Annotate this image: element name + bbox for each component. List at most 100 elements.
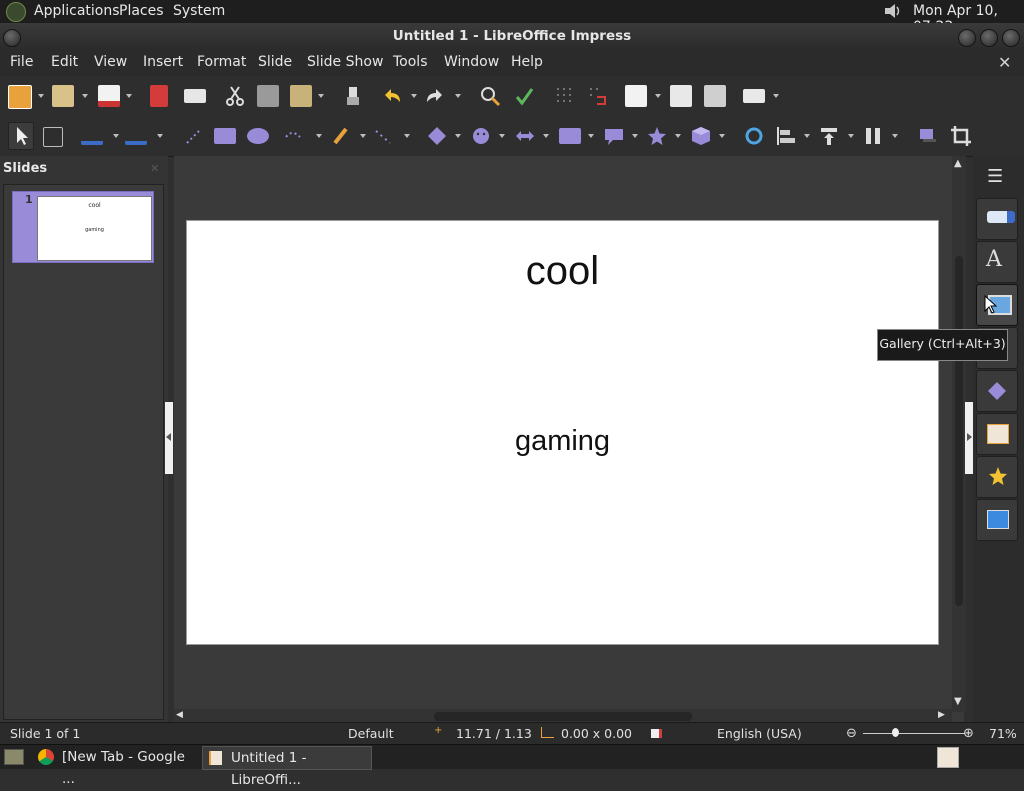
basic-shapes-icon[interactable]: [426, 125, 448, 147]
menu-file[interactable]: File: [10, 54, 33, 70]
paste-icon[interactable]: [290, 85, 312, 107]
window-menu-button[interactable]: [3, 29, 21, 47]
gallery-tooltip: Gallery (Ctrl+Alt+3): [877, 329, 1008, 361]
menu-help[interactable]: Help: [511, 54, 543, 70]
maximize-button[interactable]: [980, 29, 998, 47]
delete-slide-icon[interactable]: [704, 85, 726, 107]
redo-icon[interactable]: [424, 85, 446, 107]
line-icon[interactable]: [183, 125, 205, 147]
menu-slide[interactable]: Slide: [258, 54, 292, 70]
distribute-icon[interactable]: [862, 125, 884, 147]
system-menu[interactable]: System: [173, 3, 225, 19]
menu-view[interactable]: View: [94, 54, 127, 70]
slide-title-text[interactable]: cool: [187, 249, 938, 294]
gnome-foot-icon[interactable]: [6, 2, 26, 22]
scroll-down-icon[interactable]: ▼: [954, 696, 962, 707]
symbol-shapes-icon[interactable]: [470, 125, 492, 147]
duplicate-slide-icon[interactable]: [670, 85, 692, 107]
shadow-icon[interactable]: [916, 125, 938, 147]
menu-edit[interactable]: Edit: [51, 54, 78, 70]
scroll-left-icon[interactable]: ◀: [176, 710, 183, 720]
close-document-icon[interactable]: ✕: [998, 53, 1011, 72]
scroll-up-icon[interactable]: ▲: [954, 158, 962, 169]
new-icon[interactable]: [8, 85, 32, 109]
menu-format[interactable]: Format: [197, 54, 246, 70]
find-replace-icon[interactable]: [479, 85, 501, 107]
callouts-icon[interactable]: [603, 125, 625, 147]
minimize-button[interactable]: [958, 29, 976, 47]
undo-icon[interactable]: [381, 85, 403, 107]
properties-button[interactable]: [976, 198, 1018, 240]
scroll-right-icon[interactable]: ▶: [938, 710, 945, 720]
horizontal-scrollbar[interactable]: ◀ ▶: [174, 709, 952, 723]
close-window-button[interactable]: [1002, 29, 1020, 47]
zoom-in-icon[interactable]: ⊕: [963, 726, 974, 741]
slide-canvas[interactable]: cool gaming: [186, 220, 939, 645]
grid-icon[interactable]: [554, 85, 576, 107]
slide-thumbnail[interactable]: cool gaming: [37, 196, 152, 261]
cut-icon[interactable]: [224, 85, 246, 107]
slides-pane-splitter[interactable]: [165, 402, 173, 474]
close-pane-icon[interactable]: ✕: [150, 162, 159, 175]
zoom-pan-icon[interactable]: [43, 127, 63, 147]
menu-insert[interactable]: Insert: [143, 54, 183, 70]
curve-icon[interactable]: [282, 125, 304, 147]
window-title: Untitled 1 - LibreOffice Impress: [392, 28, 632, 44]
sidebar-splitter[interactable]: [965, 402, 973, 474]
arrange-icon[interactable]: [818, 125, 840, 147]
taskbar-impress[interactable]: Untitled 1 - LibreOffi...: [202, 746, 372, 788]
freeform-icon[interactable]: [330, 125, 352, 147]
slide-thumbnail-item[interactable]: 1 cool gaming: [12, 191, 154, 263]
slide-transition-button[interactable]: [976, 413, 1018, 455]
menu-slide-show[interactable]: Slide Show: [307, 54, 383, 70]
save-icon[interactable]: [98, 85, 120, 107]
flowchart-icon[interactable]: [559, 128, 581, 144]
align-icon[interactable]: [775, 125, 797, 147]
horizontal-scroll-thumb[interactable]: [434, 712, 692, 721]
vertical-scroll-thumb[interactable]: [955, 256, 963, 606]
language-status[interactable]: English (USA): [717, 726, 802, 741]
3d-objects-icon[interactable]: [690, 125, 712, 147]
export-pdf-icon[interactable]: [150, 85, 168, 107]
zoom-level[interactable]: 71%: [989, 726, 1017, 741]
applications-menu[interactable]: Applications: [34, 3, 120, 19]
slide-body-text[interactable]: gaming: [187, 425, 938, 458]
volume-icon[interactable]: [882, 2, 902, 20]
block-arrows-icon[interactable]: [514, 125, 536, 147]
clone-formatting-icon[interactable]: [343, 85, 365, 107]
print-icon[interactable]: [184, 89, 206, 103]
spelling-icon[interactable]: [513, 85, 535, 107]
stars-icon[interactable]: [646, 125, 668, 147]
ellipse-icon[interactable]: [247, 128, 269, 144]
impress-tray-icon[interactable]: [937, 747, 959, 768]
fill-color-icon[interactable]: [125, 125, 147, 145]
shapes-button[interactable]: [976, 370, 1018, 412]
taskbar-chrome[interactable]: [New Tab - Google ...: [34, 746, 194, 787]
animation-button[interactable]: [976, 456, 1018, 498]
helplines-icon[interactable]: [587, 85, 609, 107]
master-slides-button[interactable]: [976, 499, 1018, 541]
styles-button[interactable]: A: [976, 241, 1018, 283]
places-menu[interactable]: Places: [119, 3, 164, 19]
vertical-scrollbar[interactable]: ▲ ▼: [952, 156, 966, 712]
connector-icon[interactable]: [372, 125, 394, 147]
show-desktop-icon[interactable]: [4, 749, 24, 765]
slide-layout-icon[interactable]: [743, 89, 765, 103]
line-color-icon[interactable]: [81, 125, 103, 145]
zoom-slider-handle[interactable]: [892, 728, 899, 737]
new-slide-icon[interactable]: [625, 85, 647, 107]
zoom-slider[interactable]: [863, 733, 965, 734]
rectangle-icon[interactable]: [214, 128, 236, 144]
menu-tools[interactable]: Tools: [393, 54, 428, 70]
layout-status[interactable]: Default: [348, 726, 394, 741]
sidebar-menu-icon[interactable]: ☰: [987, 166, 1003, 187]
select-icon[interactable]: [8, 122, 34, 150]
crop-icon[interactable]: [950, 125, 972, 147]
open-icon[interactable]: [52, 85, 74, 107]
collapse-right-icon: [967, 433, 972, 441]
menu-window[interactable]: Window: [444, 54, 499, 70]
copy-icon[interactable]: [257, 85, 279, 107]
zoom-out-icon[interactable]: ⊖: [846, 726, 857, 741]
rotate-icon[interactable]: [743, 125, 765, 147]
document-modified-icon[interactable]: [651, 729, 662, 738]
